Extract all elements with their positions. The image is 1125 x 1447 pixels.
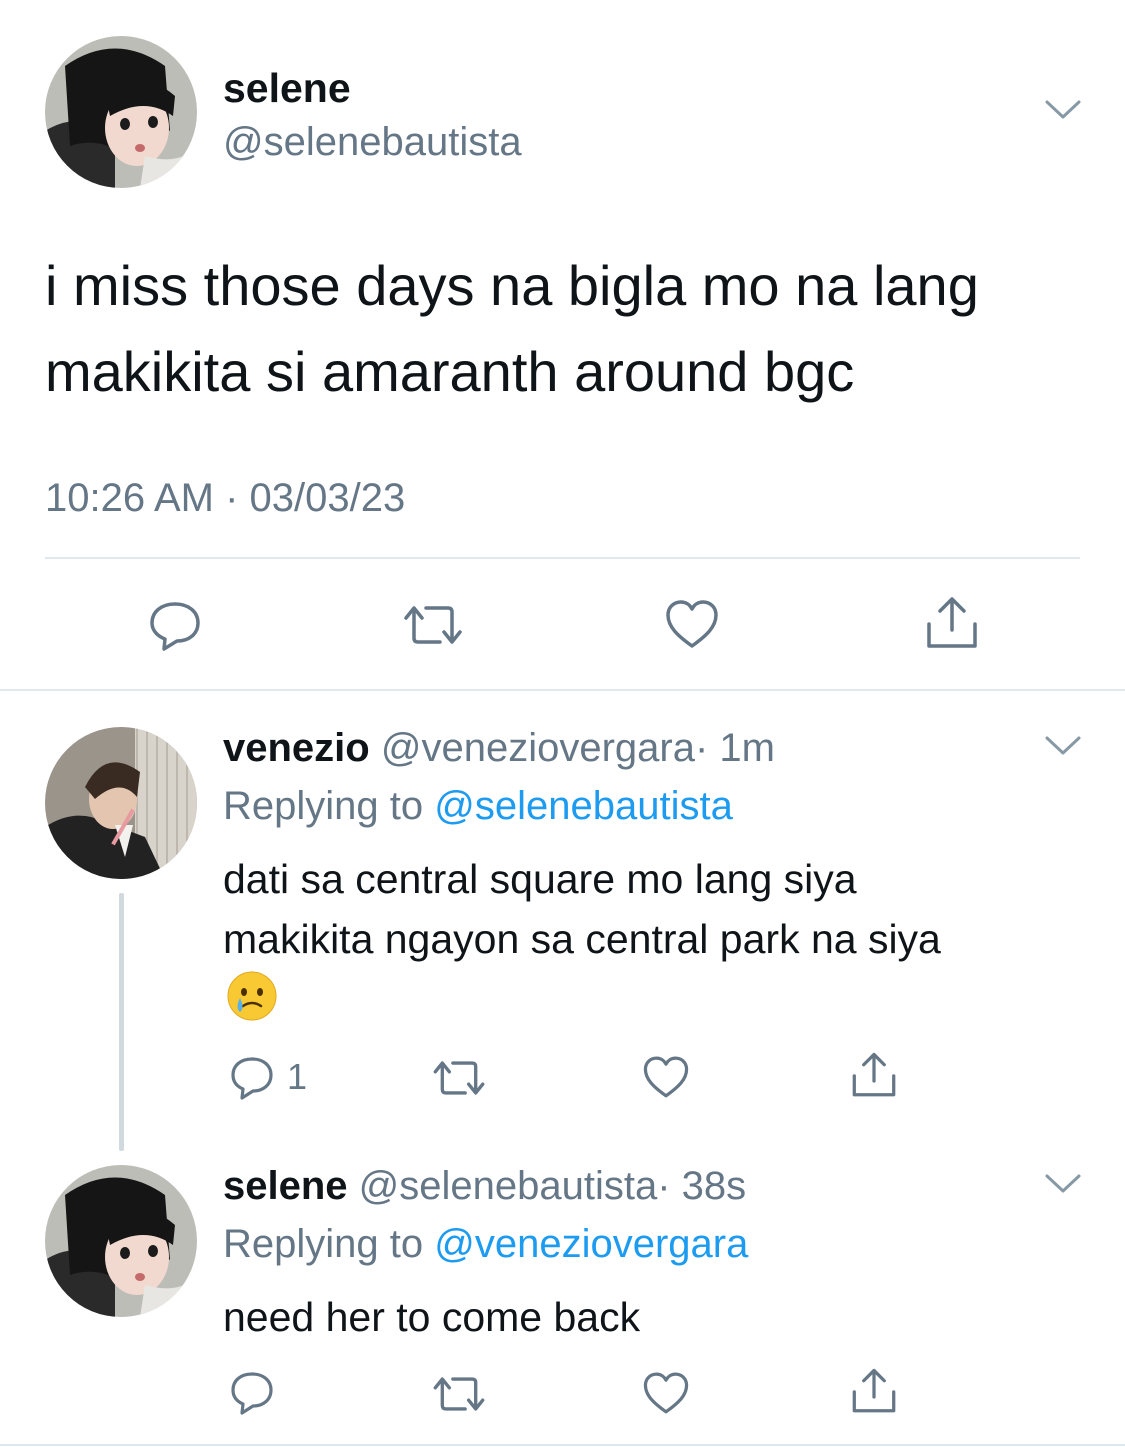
handle[interactable]: @veneziovergara (381, 726, 695, 770)
heart-icon[interactable] (642, 1054, 690, 1100)
chevron-down-icon[interactable] (1044, 98, 1082, 122)
reply-icon[interactable] (229, 1055, 275, 1101)
thread-line (119, 893, 124, 1151)
reply-text-line2: makikita ngayon sa central park na siya (223, 916, 941, 962)
replying-to: Replying to @selenebautista (223, 782, 733, 830)
timestamp[interactable]: 10:26 AM · 03/03/23 (45, 474, 405, 522)
chevron-down-icon[interactable] (1044, 734, 1082, 758)
display-name[interactable]: venezio (223, 726, 370, 770)
crying-smile-emoji (226, 970, 278, 1027)
display-name[interactable]: selene (223, 1164, 348, 1208)
bottom-divider (0, 1444, 1125, 1446)
retweet-icon[interactable] (400, 600, 466, 650)
reply-count: 1 (287, 1056, 308, 1097)
avatar-selene[interactable] (45, 1165, 197, 1317)
reply-text: need her to come back (223, 1294, 641, 1340)
handle[interactable]: @selenebautista (359, 1164, 658, 1208)
reply-text: dati sa central square mo lang siya maki… (223, 849, 941, 969)
retweet-icon[interactable] (430, 1372, 488, 1416)
reply-header: venezio @veneziovergara· 1m (223, 724, 775, 772)
heart-icon[interactable] (642, 1370, 690, 1416)
avatar-venezio[interactable] (45, 727, 197, 879)
reply-icon[interactable] (148, 598, 202, 652)
handle[interactable]: @selenebautista (223, 118, 522, 166)
chevron-down-icon[interactable] (1044, 1172, 1082, 1196)
section-divider (0, 689, 1125, 691)
replying-to-label: Replying to (223, 784, 424, 828)
replying-to-label: Replying to (223, 1222, 424, 1266)
reply-time[interactable]: · 38s (657, 1164, 746, 1208)
replying-to: Replying to @veneziovergara (223, 1220, 748, 1268)
replying-to-link[interactable]: @selenebautista (434, 784, 733, 828)
tweet-text-line1: i miss those days na bigla mo na lang (45, 254, 979, 317)
share-icon[interactable] (850, 1366, 898, 1416)
share-icon[interactable] (924, 594, 980, 652)
avatar-selene[interactable] (45, 36, 197, 188)
reply-icon[interactable] (229, 1370, 275, 1416)
divider (45, 557, 1080, 559)
replying-to-link[interactable]: @veneziovergara (434, 1222, 748, 1266)
reply-time[interactable]: · 1m (695, 726, 775, 770)
reply-text-line1: dati sa central square mo lang siya (223, 856, 857, 902)
tweet-text: i miss those days na bigla mo na lang ma… (45, 243, 979, 415)
reply-header: selene @selenebautista· 38s (223, 1162, 746, 1210)
heart-icon[interactable] (664, 598, 720, 650)
retweet-icon[interactable] (430, 1056, 488, 1100)
tweet-text-line2: makikita si amaranth around bgc (45, 340, 855, 403)
share-icon[interactable] (850, 1050, 898, 1100)
display-name[interactable]: selene (223, 64, 351, 112)
